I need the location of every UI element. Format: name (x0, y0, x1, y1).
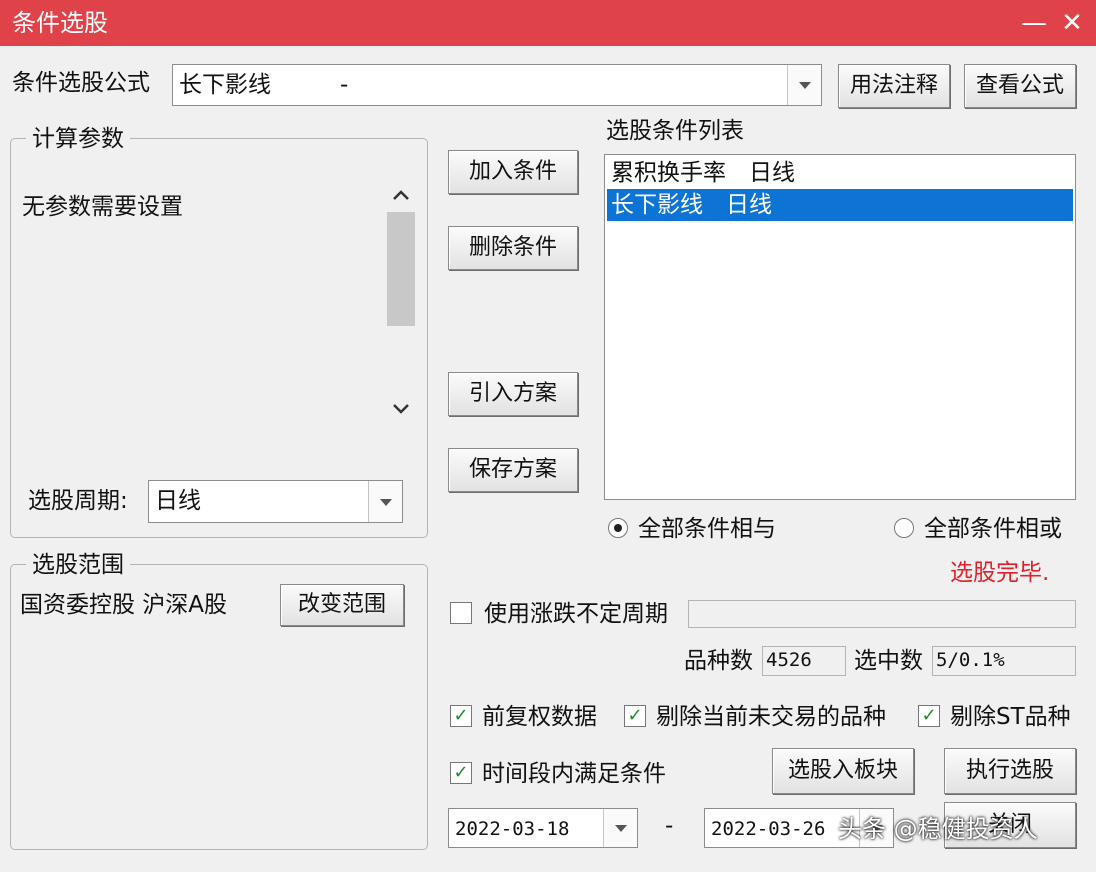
variable-period-field (688, 600, 1076, 628)
watermark: 头条 @稳健投资人 (838, 815, 1038, 843)
conditions-title: 选股条件列表 (606, 118, 744, 144)
radio-or-label[interactable]: 全部条件相或 (924, 514, 1062, 544)
variety-count-value: 4526 (762, 646, 846, 676)
params-message: 无参数需要设置 (22, 194, 183, 220)
params-title: 计算参数 (26, 124, 130, 154)
variable-period-label[interactable]: 使用涨跌不定周期 (484, 599, 668, 629)
close-icon[interactable]: ✕ (1052, 6, 1092, 40)
execute-button[interactable]: 执行选股 (944, 748, 1076, 794)
window-title: 条件选股 (12, 9, 108, 37)
formula-label: 条件选股公式 (12, 70, 150, 96)
chevron-down-icon[interactable] (392, 402, 410, 416)
period-label: 选股周期: (28, 488, 128, 514)
import-scheme-button[interactable]: 引入方案 (448, 372, 578, 416)
exclude-untraded-label[interactable]: 剔除当前未交易的品种 (656, 702, 886, 732)
save-scheme-button[interactable]: 保存方案 (448, 448, 578, 492)
add-condition-button[interactable]: 加入条件 (448, 150, 578, 194)
end-date-value: 2022-03-26 (711, 818, 826, 840)
conditions-list[interactable]: 累积换手率 日线 长下影线 日线 (604, 154, 1076, 500)
list-item[interactable]: 累积换手率 日线 (607, 157, 1073, 189)
chevron-down-icon[interactable] (603, 809, 637, 847)
start-date-select[interactable]: 2022-03-18 (448, 808, 638, 848)
view-formula-button[interactable]: 查看公式 (964, 64, 1076, 108)
chevron-down-icon[interactable] (368, 481, 402, 522)
radio-and-label[interactable]: 全部条件相与 (638, 514, 776, 544)
range-value: 国资委控股 沪深A股 (20, 592, 228, 618)
variable-period-checkbox[interactable] (450, 602, 472, 624)
time-range-label[interactable]: 时间段内满足条件 (482, 759, 666, 789)
adjust-label[interactable]: 前复权数据 (482, 702, 597, 732)
minimize-button[interactable]: — (1014, 6, 1054, 40)
formula-value: 长下影线 - (179, 72, 349, 98)
change-range-button[interactable]: 改变范围 (280, 584, 404, 626)
range-title: 选股范围 (26, 550, 130, 580)
exclude-st-checkbox[interactable]: ✓ (918, 705, 940, 727)
status-text: 选股完毕. (950, 560, 1050, 586)
delete-condition-button[interactable]: 删除条件 (448, 226, 578, 270)
date-separator: - (665, 813, 674, 839)
scrollbar-thumb[interactable] (387, 212, 415, 326)
period-select[interactable]: 日线 (148, 480, 403, 523)
to-block-button[interactable]: 选股入板块 (772, 748, 914, 794)
chevron-down-icon[interactable] (787, 65, 821, 105)
time-range-checkbox[interactable]: ✓ (450, 762, 472, 784)
list-item-selected[interactable]: 长下影线 日线 (607, 189, 1073, 221)
formula-select[interactable]: 长下影线 - (172, 64, 822, 106)
variety-count-label: 品种数 (684, 648, 753, 674)
selected-count-label: 选中数 (854, 648, 923, 674)
exclude-st-label[interactable]: 剔除ST品种 (950, 702, 1071, 732)
adjust-checkbox[interactable]: ✓ (450, 705, 472, 727)
radio-or[interactable] (894, 518, 914, 538)
params-scrollbar[interactable] (386, 178, 416, 428)
start-date-value: 2022-03-18 (455, 818, 570, 840)
usage-notes-button[interactable]: 用法注释 (838, 64, 950, 108)
chevron-up-icon[interactable] (392, 188, 410, 202)
radio-and[interactable] (608, 518, 628, 538)
title-bar (0, 0, 1096, 46)
period-value: 日线 (155, 488, 201, 514)
selected-count-value: 5/0.1% (932, 646, 1076, 676)
exclude-untraded-checkbox[interactable]: ✓ (624, 705, 646, 727)
